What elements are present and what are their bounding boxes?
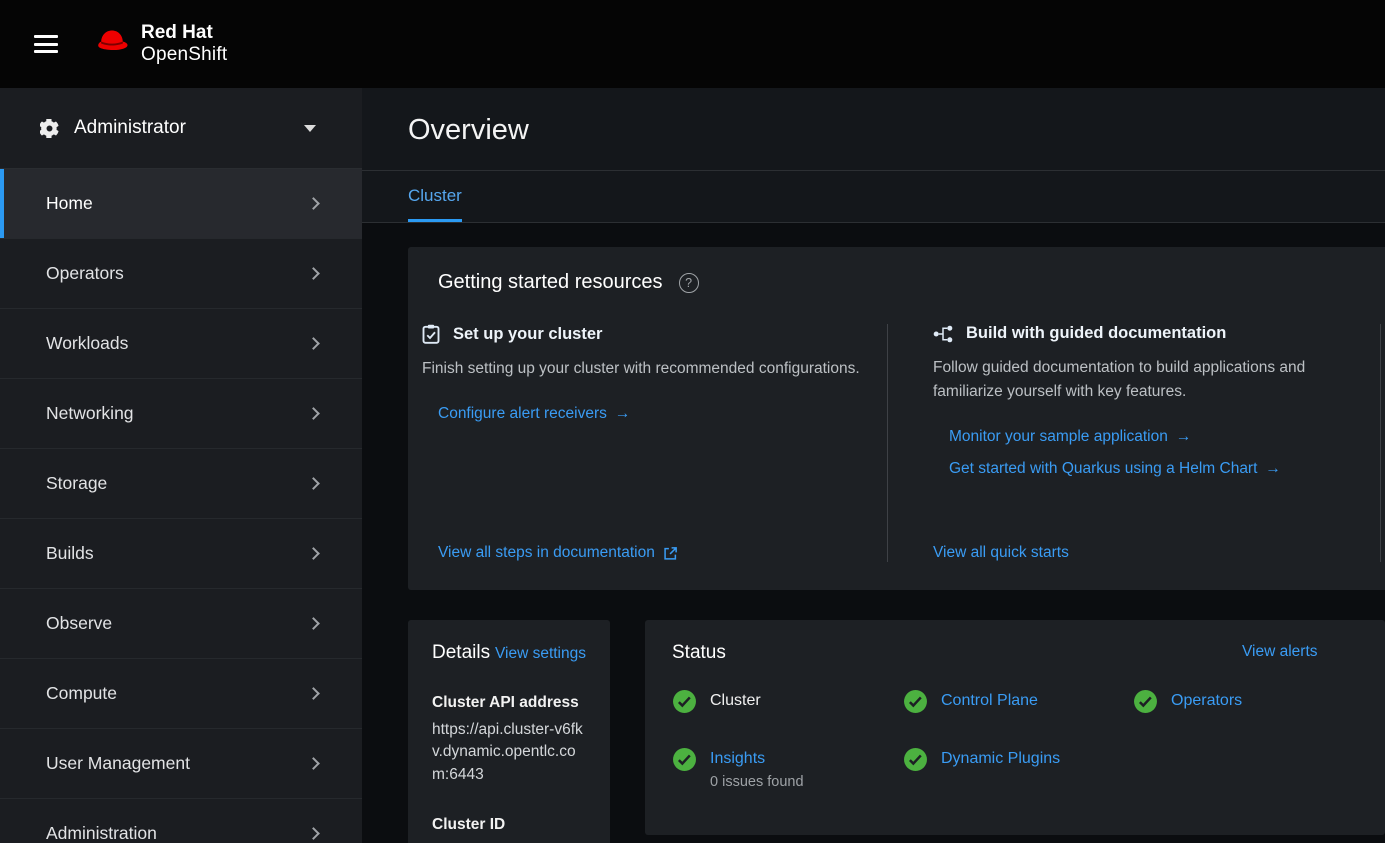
sidebar-item-builds[interactable]: Builds: [0, 519, 362, 589]
sidebar-item-user-management[interactable]: User Management: [0, 729, 362, 799]
chevron-right-icon: [307, 267, 320, 280]
sidebar-item-compute[interactable]: Compute: [0, 659, 362, 729]
configure-alert-receivers-link[interactable]: Configure alert receivers→: [438, 405, 861, 423]
guided-documentation-description: Follow guided documentation to build app…: [933, 356, 1354, 404]
view-settings-link[interactable]: View settings: [495, 645, 586, 663]
route-icon: [933, 325, 953, 343]
guided-documentation-column: Build with guided documentation Follow g…: [887, 324, 1381, 562]
sidebar-item-observe[interactable]: Observe: [0, 589, 362, 659]
logo-line1: Red Hat: [141, 22, 227, 43]
menu-icon[interactable]: [34, 35, 58, 53]
guided-documentation-title: Build with guided documentation: [966, 324, 1226, 343]
check-circle-icon: [1133, 689, 1158, 714]
sidebar-item-label: Administration: [46, 823, 157, 843]
chevron-right-icon: [307, 687, 320, 700]
quarkus-helm-chart-link[interactable]: Get started with Quarkus using a Helm Ch…: [949, 460, 1354, 478]
arrow-right-icon: →: [1265, 460, 1281, 477]
sidebar-item-label: Observe: [46, 613, 112, 634]
arrow-right-icon: →: [615, 405, 631, 422]
view-all-steps-link[interactable]: View all steps in documentation: [438, 544, 677, 562]
sidebar-item-label: Home: [46, 193, 93, 214]
help-icon[interactable]: ?: [679, 273, 699, 293]
sidebar-item-label: Networking: [46, 403, 134, 424]
sidebar-item-networking[interactable]: Networking: [0, 379, 362, 449]
insights-issues-count: 0 issues found: [710, 774, 804, 790]
cluster-id-label: Cluster ID: [432, 816, 586, 834]
setup-cluster-description: Finish setting up your cluster with reco…: [422, 357, 861, 381]
status-item-control-plane: Control Plane: [903, 692, 1133, 714]
status-item-cluster: Cluster: [672, 692, 903, 714]
redhat-openshift-logo: Red Hat OpenShift: [92, 22, 227, 66]
logo-line2: OpenShift: [141, 43, 227, 66]
page-header: Overview: [362, 88, 1385, 171]
gear-icon: [40, 119, 59, 138]
tab-bar: Cluster: [362, 171, 1385, 223]
caret-down-icon: [304, 125, 316, 132]
check-circle-icon: [672, 747, 697, 772]
sidebar-item-administration[interactable]: Administration: [0, 799, 362, 843]
sidebar-item-label: Workloads: [46, 333, 128, 354]
chevron-right-icon: [307, 337, 320, 350]
details-title: Details: [432, 642, 490, 664]
sidebar-item-home[interactable]: Home: [0, 169, 362, 239]
clipped-column: [1381, 324, 1385, 562]
check-circle-icon: [672, 689, 697, 714]
external-link-icon: [664, 547, 677, 560]
page-title: Overview: [408, 114, 1361, 170]
sidebar-item-label: Compute: [46, 683, 117, 704]
insights-link[interactable]: Insights: [710, 750, 765, 767]
status-item-insights: Insights 0 issues found: [672, 750, 903, 790]
chevron-right-icon: [307, 407, 320, 420]
sidebar-item-operators[interactable]: Operators: [0, 239, 362, 309]
arrow-right-icon: →: [1176, 428, 1192, 445]
sidebar-item-storage[interactable]: Storage: [0, 449, 362, 519]
cluster-api-address-value: https://api.cluster-v6fkv.dynamic.opentl…: [432, 719, 586, 786]
content-area: Getting started resources ? Set up your …: [362, 223, 1385, 843]
red-hat-fedora-icon: [92, 25, 132, 53]
control-plane-link[interactable]: Control Plane: [941, 692, 1038, 710]
sidebar-item-workloads[interactable]: Workloads: [0, 309, 362, 379]
perspective-label: Administrator: [74, 117, 186, 139]
setup-cluster-column: Set up your cluster Finish setting up yo…: [422, 324, 887, 562]
status-item-dynamic-plugins: Dynamic Plugins: [903, 750, 1133, 790]
chevron-right-icon: [307, 197, 320, 210]
monitor-sample-application-link[interactable]: Monitor your sample application→: [949, 428, 1354, 446]
view-alerts-link[interactable]: View alerts: [1242, 643, 1318, 661]
chevron-right-icon: [307, 827, 320, 840]
masthead: Red Hat OpenShift: [0, 0, 1385, 88]
cluster-api-address-label: Cluster API address: [432, 694, 586, 712]
operators-link[interactable]: Operators: [1171, 692, 1242, 710]
sidebar-item-label: Storage: [46, 473, 107, 494]
sidebar: Administrator Home Operators Workloads N…: [0, 88, 362, 843]
chevron-right-icon: [307, 547, 320, 560]
sidebar-item-label: Operators: [46, 263, 124, 284]
chevron-right-icon: [307, 617, 320, 630]
sidebar-item-label: Builds: [46, 543, 94, 564]
status-card: Status View alerts Cluster Control Plane…: [645, 620, 1385, 835]
chevron-right-icon: [307, 477, 320, 490]
check-circle-icon: [903, 689, 928, 714]
check-circle-icon: [903, 747, 928, 772]
dynamic-plugins-link[interactable]: Dynamic Plugins: [941, 750, 1060, 768]
main-content: Overview Cluster Getting started resourc…: [362, 88, 1385, 843]
status-item-operators: Operators: [1133, 692, 1373, 714]
chevron-right-icon: [307, 757, 320, 770]
details-card: Details View settings Cluster API addres…: [408, 620, 610, 843]
getting-started-title: Getting started resources: [438, 271, 663, 294]
getting-started-card: Getting started resources ? Set up your …: [408, 247, 1385, 590]
clipboard-check-icon: [422, 324, 440, 344]
perspective-switcher[interactable]: Administrator: [0, 88, 362, 168]
sidebar-nav: Home Operators Workloads Networking Stor…: [0, 168, 362, 843]
status-title: Status: [672, 642, 726, 664]
sidebar-item-label: User Management: [46, 753, 190, 774]
tab-cluster[interactable]: Cluster: [408, 186, 462, 222]
setup-cluster-title: Set up your cluster: [453, 325, 602, 344]
view-all-quick-starts-link[interactable]: View all quick starts: [933, 544, 1069, 562]
